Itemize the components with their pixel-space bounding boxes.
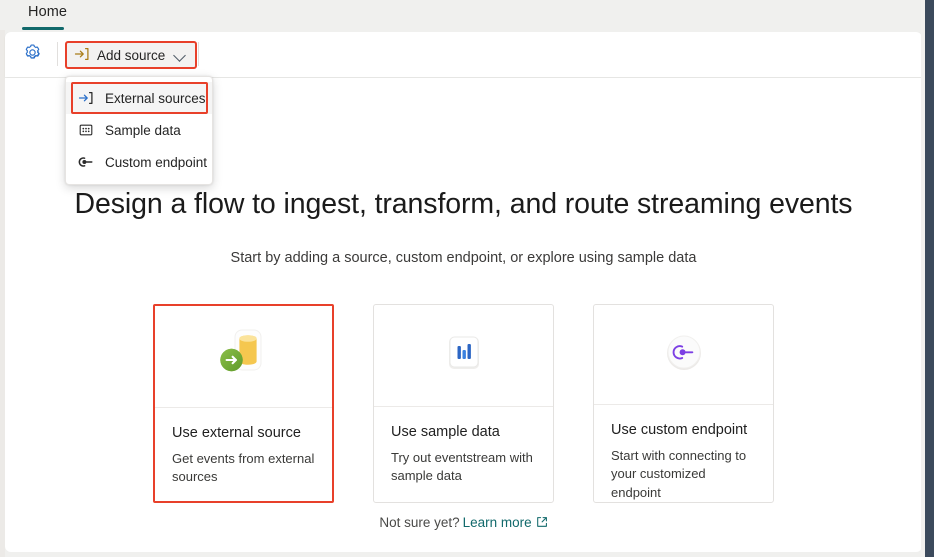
card-title: Use custom endpoint	[611, 421, 748, 438]
add-source-menu: External sources Sample data Custom endp…	[65, 76, 213, 185]
page-headline: Design a flow to ingest, transform, and …	[74, 188, 853, 220]
card-art	[374, 305, 553, 407]
tab-home[interactable]: Home	[18, 2, 77, 30]
endpoint-plug-icon	[77, 154, 94, 171]
footnote-prompt: Not sure yet?	[379, 515, 460, 530]
card-body: Use custom endpoint Start with connectin…	[594, 405, 773, 502]
custom-endpoint-icon	[656, 324, 712, 385]
learn-more-footnote: Not sure yet? Learn more	[5, 515, 922, 531]
right-edge-rail	[925, 0, 934, 557]
card-title: Use sample data	[391, 424, 500, 440]
card-body: Use external source Get events from exte…	[155, 408, 332, 501]
page-subheadline: Start by adding a source, custom endpoin…	[230, 250, 697, 266]
card-use-custom-endpoint[interactable]: Use custom endpoint Start with connectin…	[593, 304, 774, 503]
card-body: Use sample data Try out eventstream with…	[374, 407, 553, 502]
ribbon-tab-strip: Home	[0, 0, 925, 30]
start-options-cards: Use external source Get events from exte…	[5, 304, 922, 503]
card-description: Get events from external sources	[172, 451, 315, 485]
card-art	[155, 306, 332, 408]
settings-button[interactable]	[17, 43, 47, 67]
add-source-button[interactable]: Add source	[65, 41, 198, 69]
learn-more-link[interactable]: Learn more	[463, 515, 532, 530]
menu-item-sample-data[interactable]: Sample data	[66, 114, 212, 146]
menu-item-label: Custom endpoint	[105, 154, 208, 170]
arrow-into-bracket-icon	[77, 90, 94, 107]
card-use-external-source[interactable]: Use external source Get events from exte…	[153, 304, 334, 503]
card-description: Try out eventstream with sample data	[391, 450, 533, 484]
toolbar-divider-right	[198, 42, 199, 66]
database-import-icon	[214, 325, 274, 388]
chevron-down-icon	[174, 49, 187, 62]
menu-item-label: External sources	[105, 90, 206, 106]
tab-home-active-indicator	[22, 27, 64, 30]
external-link-icon[interactable]	[536, 516, 548, 531]
menu-item-label: Sample data	[105, 122, 181, 138]
card-use-sample-data[interactable]: Use sample data Try out eventstream with…	[373, 304, 554, 503]
add-source-label: Add source	[97, 47, 166, 63]
menu-item-custom-endpoint[interactable]: Custom endpoint	[66, 146, 212, 178]
bar-chart-tile-icon	[436, 325, 492, 386]
card-description: Start with connecting to your customized…	[611, 447, 747, 500]
dotted-square-icon	[77, 122, 94, 139]
card-art	[594, 305, 773, 405]
menu-item-external-sources[interactable]: External sources	[66, 82, 212, 114]
gear-icon	[23, 43, 42, 67]
arrow-into-bracket-icon	[74, 46, 90, 65]
app-window: Home Add source External sources Sample …	[0, 0, 934, 557]
card-title: Use external source	[172, 425, 301, 441]
toolbar-divider-left	[57, 42, 58, 66]
